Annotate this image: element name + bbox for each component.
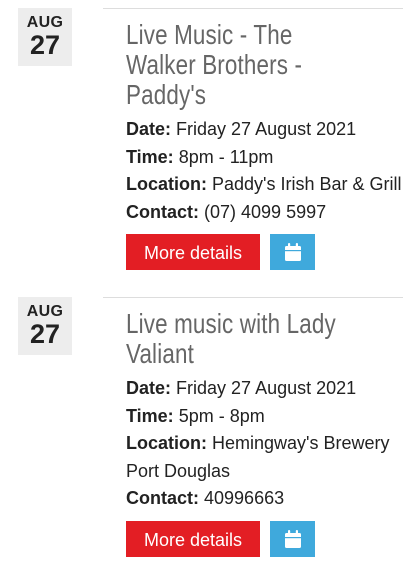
- divider: [103, 8, 403, 9]
- location-label: Location:: [126, 174, 207, 194]
- date-value: Friday 27 August 2021: [176, 119, 357, 139]
- event-actions: More details: [126, 520, 407, 557]
- event-item: AUG 27 Live Music - The Walker Brothers …: [0, 8, 415, 278]
- event-date: Date: Friday 27 August 2021: [126, 116, 407, 144]
- date-label: Date:: [126, 119, 172, 139]
- event-date: Date: Friday 27 August 2021: [126, 375, 407, 403]
- event-contact: Contact: (07) 4099 5997: [126, 199, 407, 227]
- event-time: Time: 5pm - 8pm: [126, 403, 407, 431]
- contact-label: Contact:: [126, 201, 199, 222]
- event-item: AUG 27 Live music with Lady Valiant Date…: [0, 297, 415, 577]
- date-badge: AUG 27: [18, 8, 72, 66]
- time-label: Time:: [126, 146, 174, 167]
- date-day: 27: [29, 30, 61, 60]
- date-value: Friday 27 August 2021: [176, 378, 357, 398]
- time-value: 5pm - 8pm: [178, 405, 265, 426]
- date-month: AUG: [26, 303, 64, 320]
- event-location: Location: Paddy's Irish Bar & Grill: [126, 171, 407, 199]
- event-content: Live Music - The Walker Brothers - Paddy…: [126, 20, 407, 270]
- event-actions: More details: [126, 234, 407, 270]
- calendar-icon: [285, 243, 301, 261]
- date-label: Date:: [126, 378, 172, 398]
- time-value: 8pm - 11pm: [178, 146, 274, 167]
- event-time: Time: 8pm - 11pm: [126, 144, 407, 172]
- more-details-button[interactable]: More details: [126, 234, 260, 270]
- add-to-calendar-button[interactable]: [270, 520, 315, 557]
- calendar-icon: [285, 529, 301, 548]
- contact-value: 40996663: [204, 488, 285, 508]
- date-badge: AUG 27: [18, 297, 72, 355]
- more-details-button[interactable]: More details: [126, 520, 260, 557]
- location-label: Location:: [126, 433, 207, 453]
- event-contact: Contact: 40996663: [126, 485, 407, 513]
- add-to-calendar-button[interactable]: [270, 234, 315, 270]
- date-month: AUG: [26, 14, 64, 31]
- event-title[interactable]: Live music with Lady Valiant: [126, 309, 358, 369]
- divider: [103, 297, 403, 298]
- location-value: Paddy's Irish Bar & Grill: [212, 174, 402, 194]
- event-location: Location: Hemingway's Brewery Port Dougl…: [126, 430, 407, 485]
- contact-value: (07) 4099 5997: [204, 201, 327, 222]
- event-title[interactable]: Live Music - The Walker Brothers - Paddy…: [126, 20, 358, 110]
- time-label: Time:: [126, 405, 174, 426]
- event-content: Live music with Lady Valiant Date: Frida…: [126, 309, 407, 557]
- date-day: 27: [29, 319, 61, 349]
- contact-label: Contact:: [126, 488, 199, 508]
